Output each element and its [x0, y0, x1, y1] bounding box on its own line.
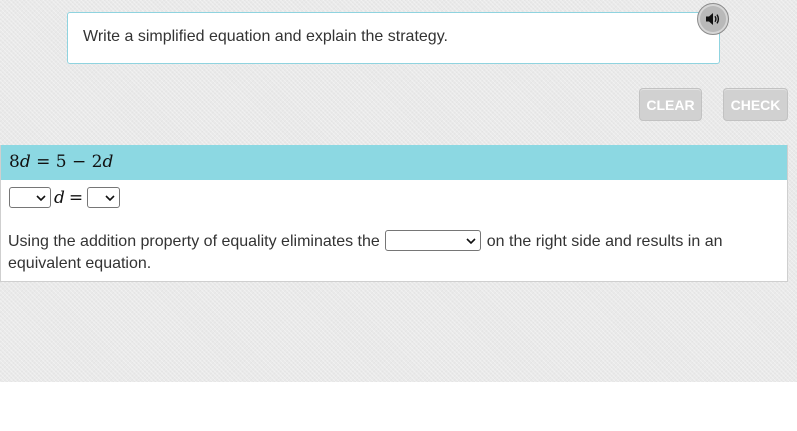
chevron-down-icon — [466, 238, 476, 244]
rhs-variable: d — [102, 152, 114, 172]
equals-sign: = — [36, 152, 51, 172]
question-prompt: Write a simplified equation and explain … — [67, 12, 720, 64]
minus-sign: − — [72, 152, 87, 172]
coefficient-dropdown[interactable] — [9, 187, 51, 208]
rhs-coefficient: 2 — [91, 152, 103, 172]
clear-button[interactable]: CLEAR — [639, 88, 702, 121]
speaker-icon — [706, 13, 720, 25]
check-button[interactable]: CHECK — [723, 88, 788, 121]
answer-variable: d — [54, 187, 65, 208]
statement-text-before: Using the addition property of equality … — [8, 233, 380, 250]
lhs-variable: d — [19, 152, 31, 172]
strategy-statement: Using the addition property of equality … — [8, 230, 778, 275]
equation-panel: 8d = 5 − 2d d = Using the addition prope… — [0, 145, 788, 282]
answer-equation-row: d = — [9, 187, 121, 208]
answer-equals-sign: = — [68, 187, 84, 208]
term-dropdown[interactable] — [384, 230, 481, 252]
prompt-text: Write a simplified equation and explain … — [83, 28, 448, 45]
read-aloud-button[interactable] — [697, 3, 729, 35]
rhs-constant: 5 — [55, 152, 67, 172]
chevron-down-icon — [36, 194, 46, 201]
given-equation: 8d = 5 − 2d — [1, 145, 787, 180]
lhs-coefficient: 8 — [9, 152, 20, 172]
rhs-dropdown[interactable] — [87, 187, 121, 208]
chevron-down-icon — [105, 194, 115, 201]
